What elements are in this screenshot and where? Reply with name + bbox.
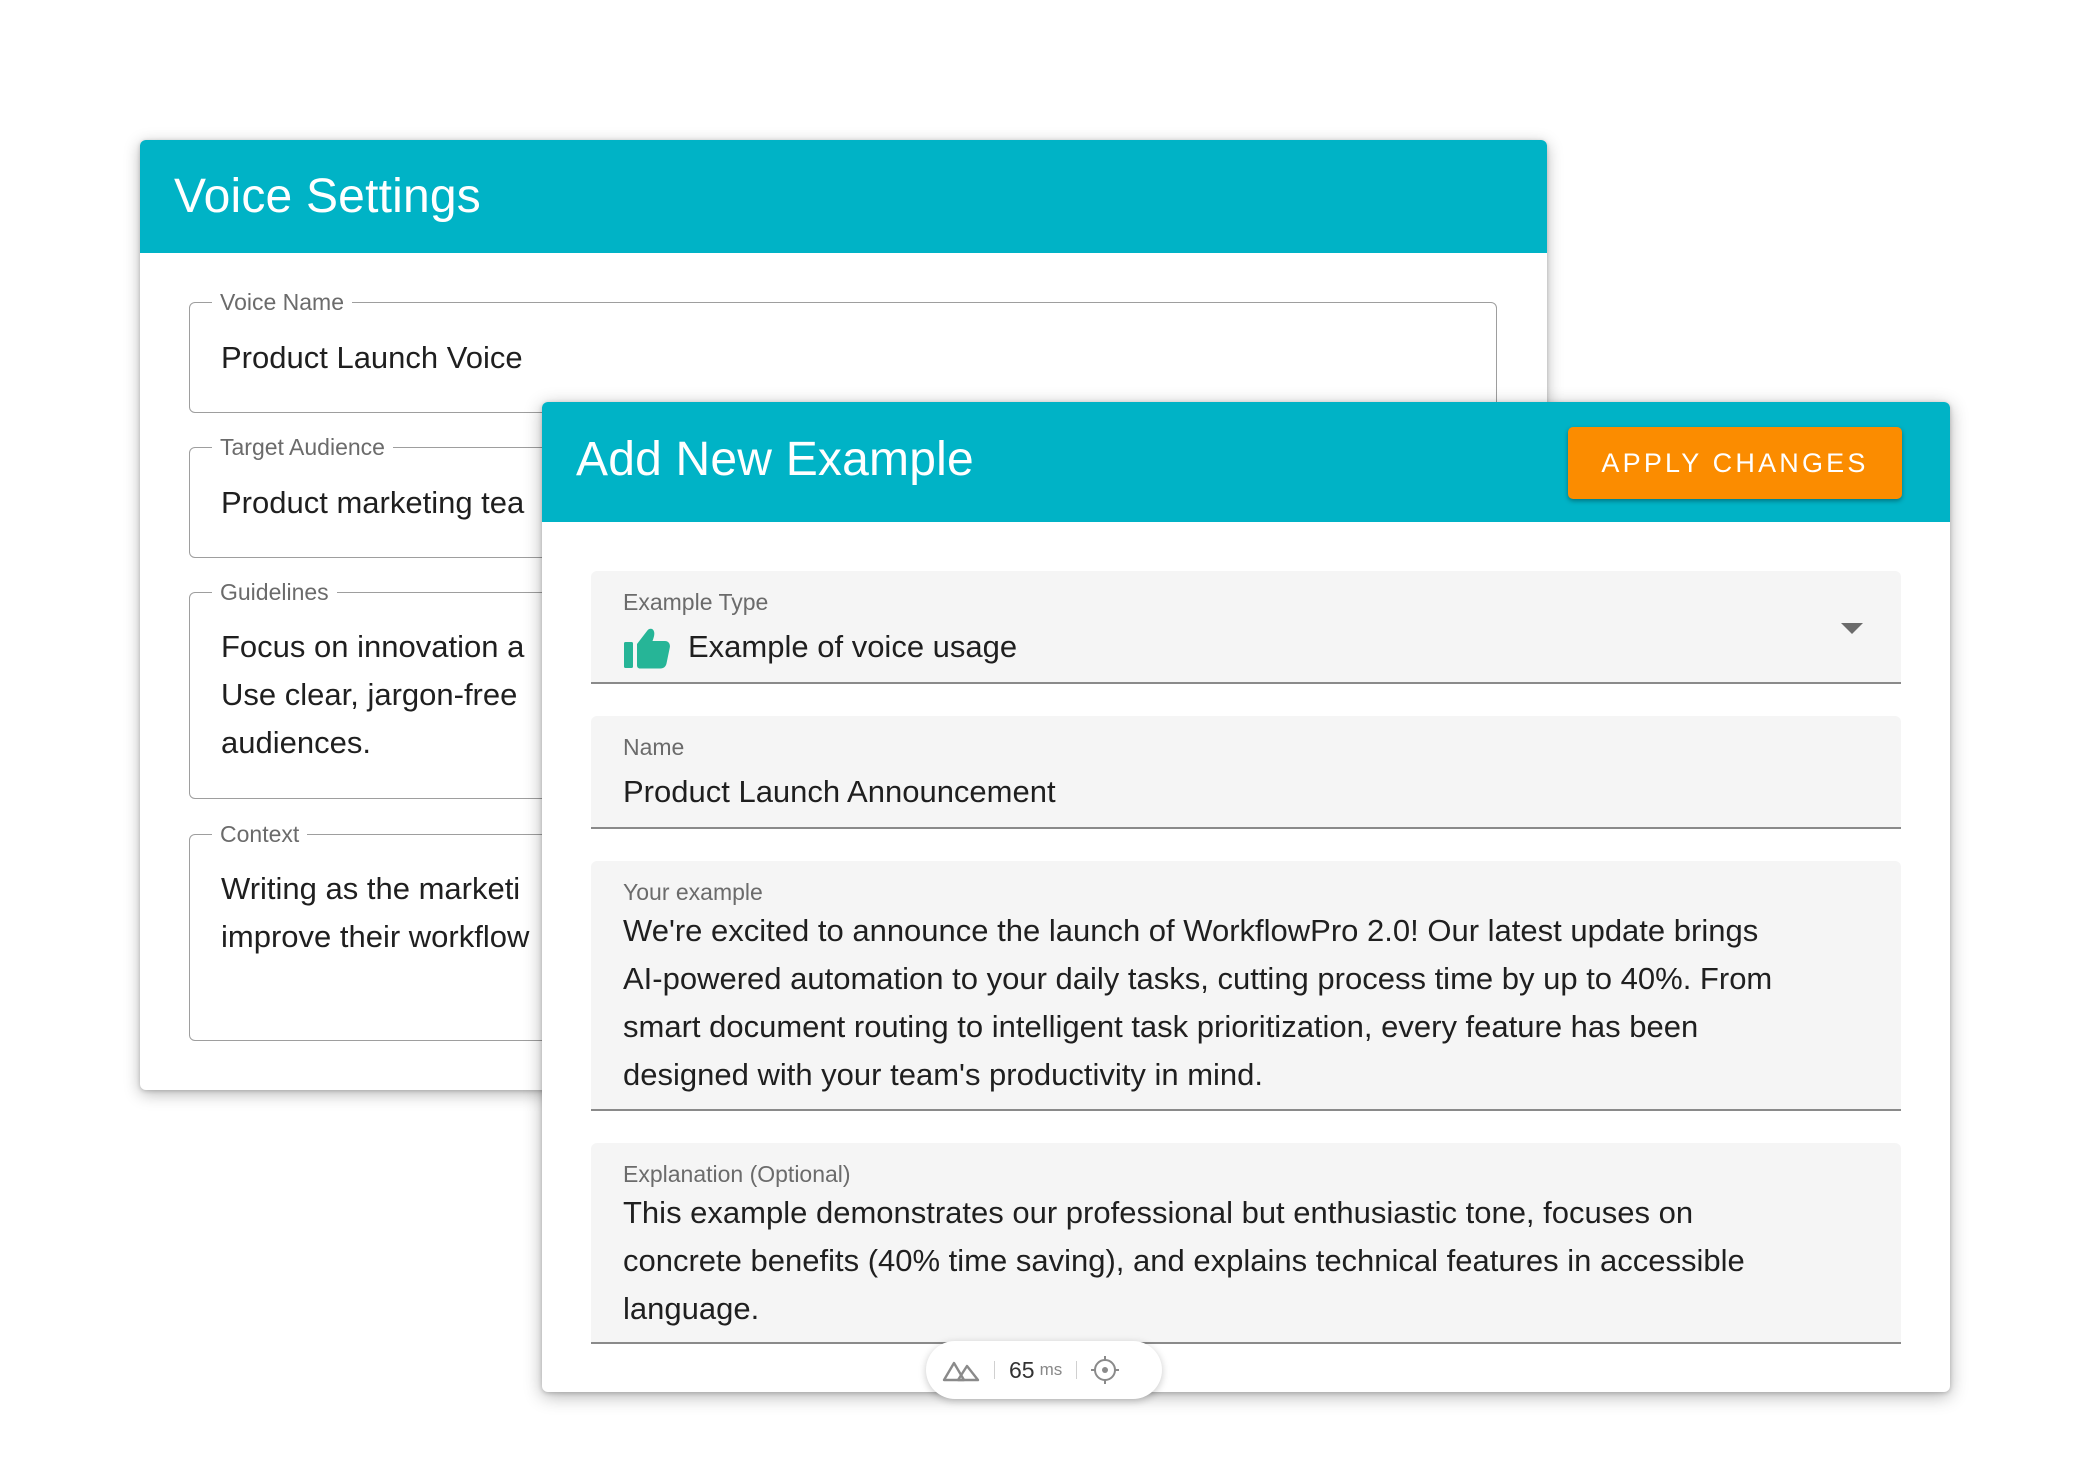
divider [994, 1361, 995, 1379]
voice-name-label: Voice Name [212, 288, 353, 316]
divider [1076, 1361, 1078, 1379]
explanation-label: Explanation (Optional) [623, 1161, 851, 1187]
guidelines-label: Guidelines [212, 578, 337, 606]
explanation-field[interactable]: Explanation (Optional) This example demo… [591, 1143, 1901, 1344]
explanation-line: language. [623, 1291, 760, 1326]
crosshair-icon[interactable] [1091, 1356, 1120, 1384]
your-example-field[interactable]: Your example We're excited to announce t… [591, 861, 1901, 1111]
your-example-line: We're excited to announce the launch of … [623, 913, 1759, 948]
add-example-header: Add New Example APPLY CHANGES [542, 402, 1950, 522]
render-time-value: 65 [1009, 1356, 1035, 1383]
explanation-line: This example demonstrates our profession… [623, 1195, 1694, 1230]
dropdown-arrow-icon[interactable] [1841, 623, 1863, 634]
your-example-line: AI-powered automation to your daily task… [623, 961, 1773, 996]
voice-settings-title: Voice Settings [174, 170, 481, 223]
your-example-line: designed with your team's productivity i… [623, 1057, 1263, 1092]
voice-name-field[interactable]: Voice Name Product Launch Voice [189, 288, 1497, 413]
example-type-label: Example Type [623, 589, 769, 615]
thumbs-up-icon [623, 625, 671, 669]
name-value[interactable]: Product Launch Announcement [623, 768, 1871, 816]
dev-perf-widget[interactable]: 65 ms [926, 1341, 1162, 1399]
framework-logo-icon [942, 1357, 980, 1383]
target-audience-label: Target Audience [212, 433, 393, 461]
name-field[interactable]: Name Product Launch Announcement [591, 716, 1901, 829]
voice-name-value[interactable]: Product Launch Voice [221, 334, 1466, 382]
add-example-dialog: Add New Example APPLY CHANGES Example Ty… [542, 402, 1950, 1392]
your-example-line: smart document routing to intelligent ta… [623, 1009, 1699, 1044]
render-time-unit: ms [1039, 1360, 1063, 1379]
your-example-label: Your example [623, 879, 763, 905]
name-label: Name [623, 734, 685, 760]
your-example-text[interactable]: We're excited to announce the launch of … [623, 907, 1871, 1099]
explanation-line: concrete benefits (40% time saving), and… [623, 1243, 1745, 1278]
context-label: Context [212, 820, 308, 848]
voice-settings-header: Voice Settings [140, 140, 1547, 253]
example-type-select[interactable]: Example Type Example of voice usage [591, 571, 1901, 684]
example-type-value: Example of voice usage [688, 629, 1018, 664]
apply-changes-button[interactable]: APPLY CHANGES [1568, 427, 1902, 499]
explanation-text[interactable]: This example demonstrates our profession… [623, 1189, 1871, 1333]
add-example-title: Add New Example [576, 433, 974, 486]
